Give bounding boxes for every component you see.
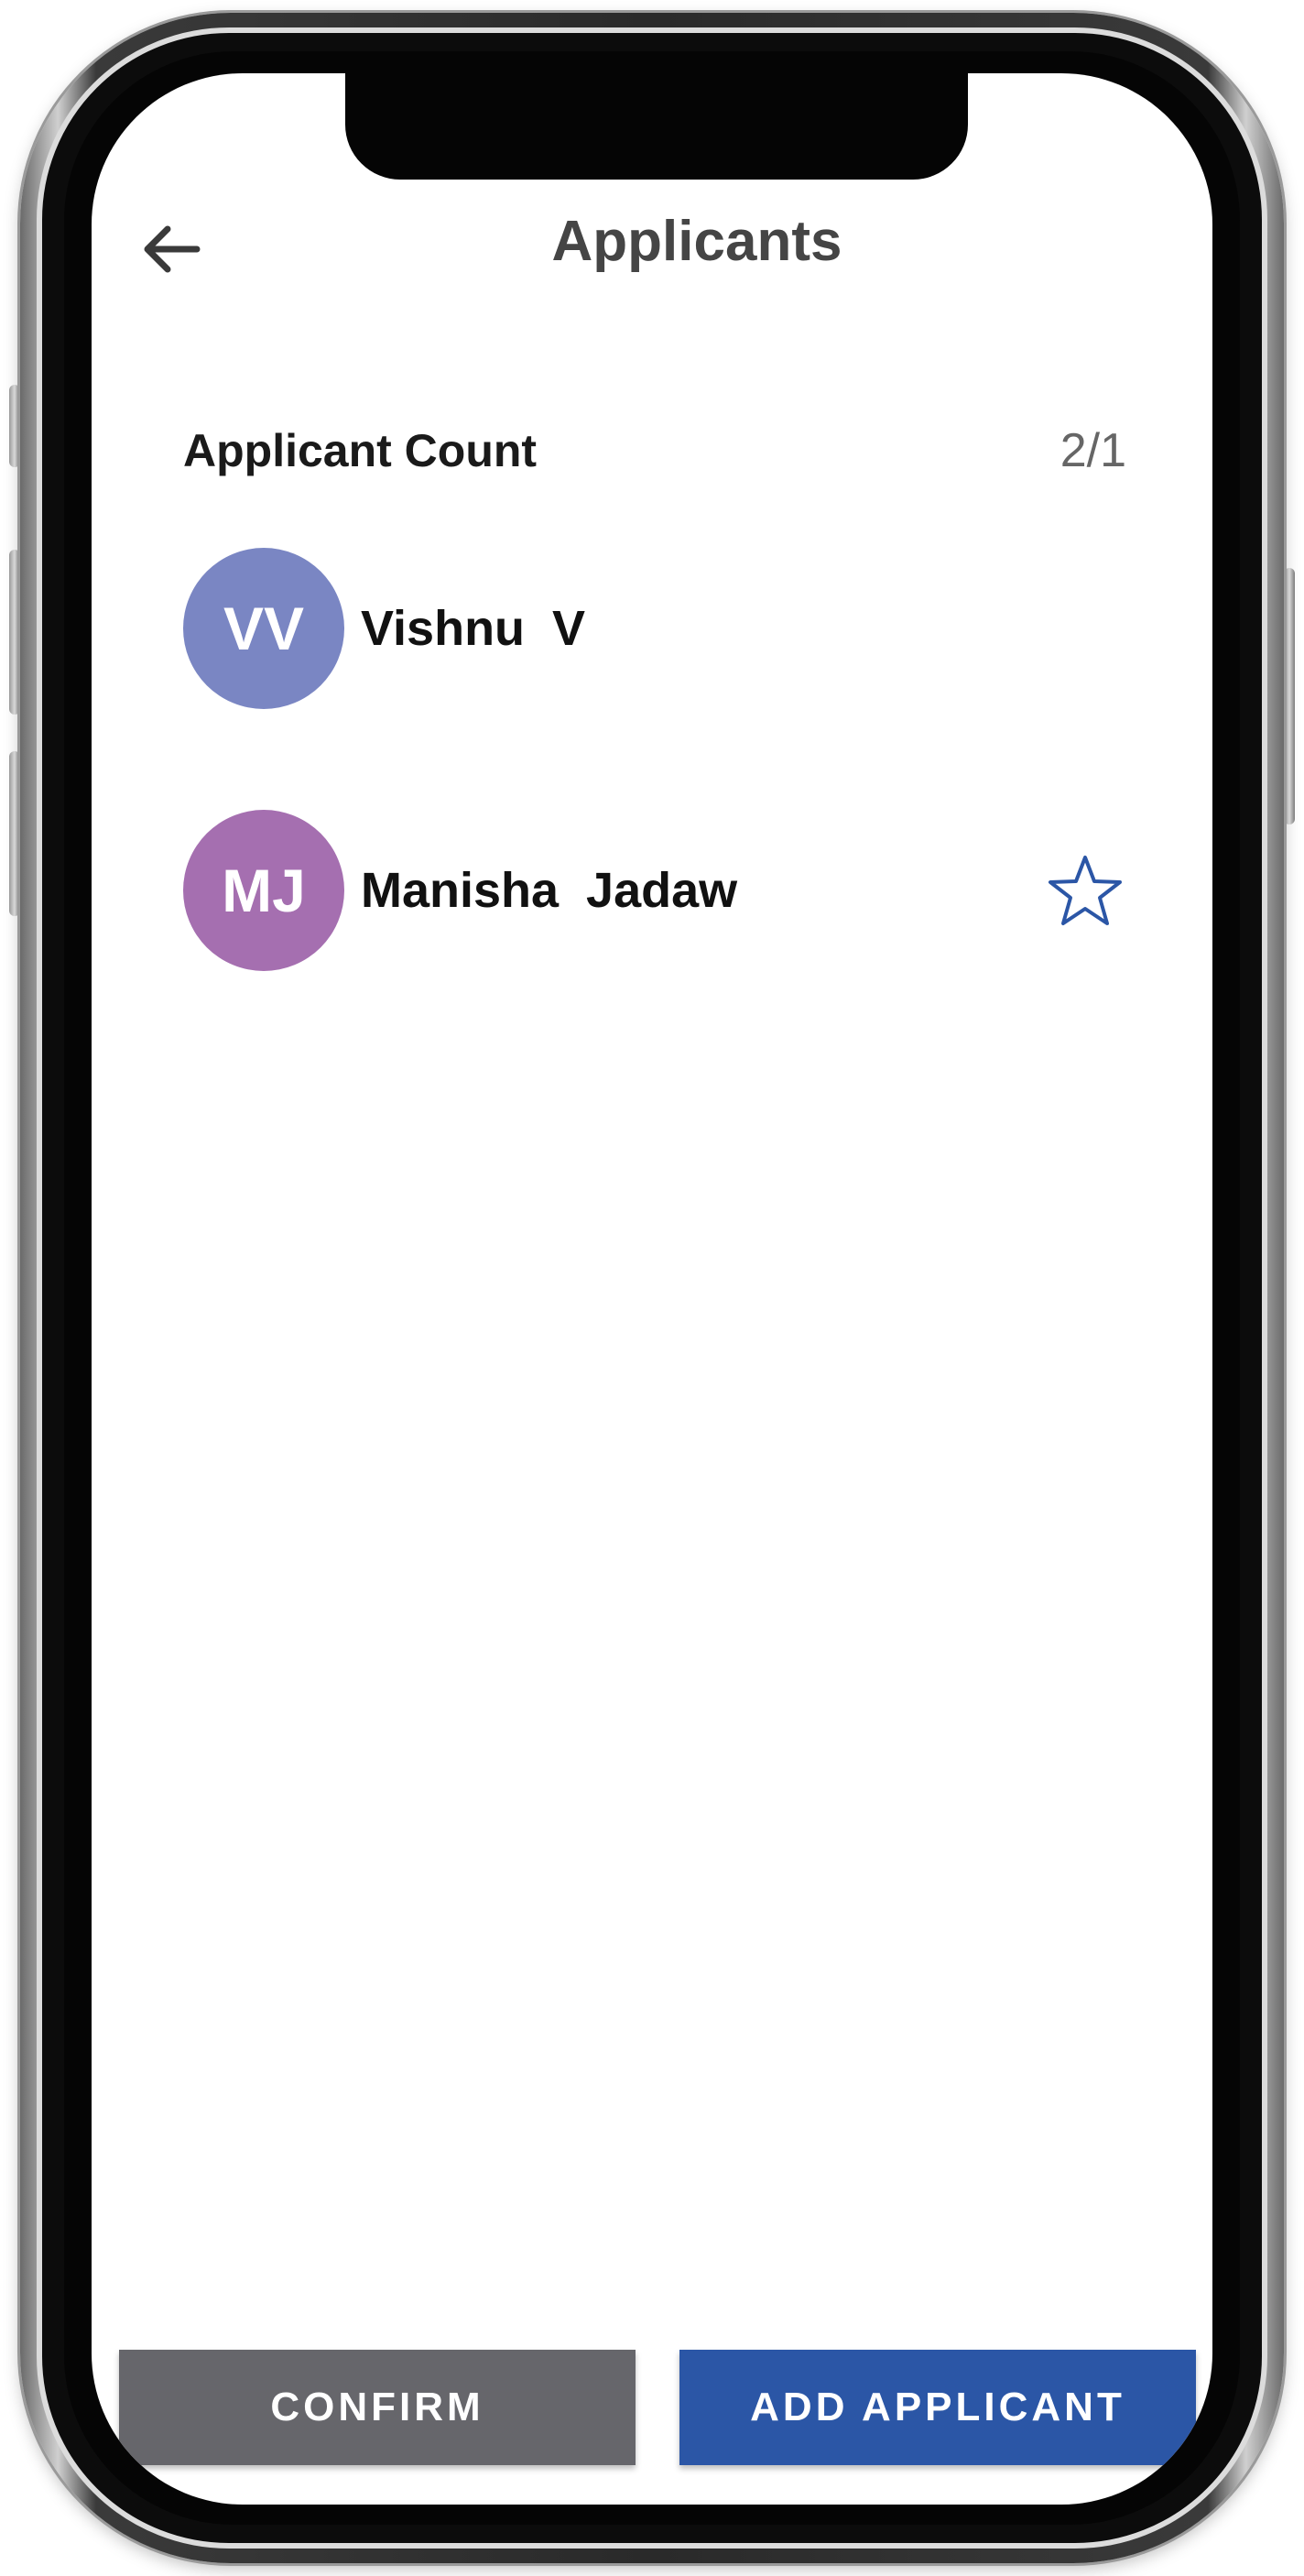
page-title: Applicants	[551, 210, 842, 273]
avatar: MJ	[183, 810, 344, 971]
confirm-button[interactable]: CONFIRM	[119, 2350, 636, 2465]
add-applicant-button[interactable]: ADD APPLICANT	[679, 2350, 1196, 2465]
list-item-applicant[interactable]: VV Vishnu V	[183, 548, 1126, 709]
primary-applicant-star-button[interactable]	[1044, 849, 1126, 932]
avatar-initials: VV	[223, 595, 305, 662]
app-screen: Applicants Applicant Count 2/1 VV Vishnu…	[92, 73, 1212, 2505]
app-header: Applicants	[92, 192, 1212, 302]
applicant-count-value: 2/1	[1060, 424, 1126, 477]
applicant-name: Manisha Jadaw	[361, 863, 738, 918]
applicant-name: Vishnu V	[361, 601, 586, 656]
mute-switch	[9, 385, 20, 467]
applicant-count-row: Applicant Count 2/1	[183, 414, 1126, 487]
device-mockup: Applicants Applicant Count 2/1 VV Vishnu…	[0, 0, 1304, 2576]
avatar: VV	[183, 548, 344, 709]
avatar-initials: MJ	[222, 857, 306, 924]
list-item-applicant[interactable]: MJ Manisha Jadaw	[183, 810, 1126, 971]
power-button	[1284, 568, 1295, 824]
volume-up-button	[9, 550, 20, 715]
camera-notch	[345, 73, 968, 180]
volume-down-button	[9, 751, 20, 916]
star-outline-icon	[1049, 856, 1122, 925]
applicant-count-label: Applicant Count	[183, 425, 538, 476]
